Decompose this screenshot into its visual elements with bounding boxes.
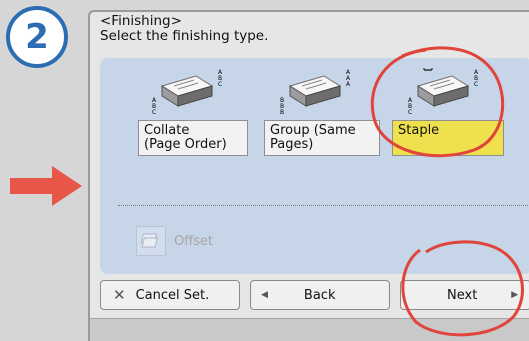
group-label-line2: Pages) xyxy=(270,137,314,152)
back-label: Back xyxy=(303,287,336,303)
screen-instruction: Select the finishing type. xyxy=(100,28,269,44)
svg-text:C: C xyxy=(218,81,222,88)
svg-text:C: C xyxy=(152,109,156,116)
staple-highlight-circle xyxy=(370,46,505,158)
left-triangle-icon: ◀ xyxy=(261,290,268,300)
collate-label-line2: (Page Order) xyxy=(144,137,227,152)
screen-header: <Finishing> Select the finishing type. xyxy=(100,14,268,44)
step-number-badge: 2 xyxy=(6,6,68,68)
cancel-settings-button[interactable]: ✕ Cancel Set. xyxy=(100,280,240,310)
collate-icon: A B C A B C xyxy=(152,69,223,116)
svg-text:B: B xyxy=(280,109,284,116)
group-label-line1: Group (Same xyxy=(270,123,356,138)
collate-option-button[interactable]: Collate (Page Order) xyxy=(138,120,248,156)
right-arrow-icon xyxy=(10,166,82,206)
offset-icon xyxy=(136,226,166,256)
offset-option[interactable]: Offset xyxy=(136,226,213,256)
svg-text:A: A xyxy=(346,81,351,88)
back-button[interactable]: ◀ Back xyxy=(250,280,390,310)
collate-label-line1: Collate xyxy=(144,123,190,138)
screen-title: <Finishing> xyxy=(100,13,182,29)
options-divider xyxy=(118,205,529,206)
group-icon: B B B A A A xyxy=(280,69,351,116)
close-icon: ✕ xyxy=(113,286,126,304)
cancel-label: Cancel Set. xyxy=(135,287,210,303)
next-highlight-circle xyxy=(401,240,524,337)
offset-label: Offset xyxy=(174,233,214,249)
